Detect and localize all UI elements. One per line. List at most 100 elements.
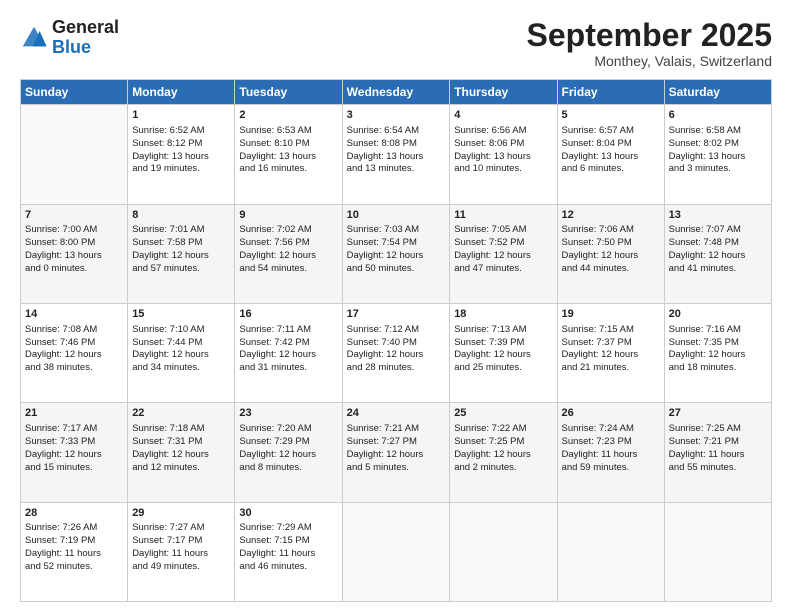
day-info: Sunset: 8:02 PM (669, 138, 767, 151)
day-number: 22 (132, 406, 230, 421)
day-info: Daylight: 12 hours (669, 349, 767, 362)
day-info: and 50 minutes. (347, 263, 446, 276)
day-info: Sunset: 7:48 PM (669, 237, 767, 250)
calendar-cell: 20Sunrise: 7:16 AMSunset: 7:35 PMDayligh… (664, 303, 771, 402)
day-number: 3 (347, 108, 446, 123)
column-header-saturday: Saturday (664, 80, 771, 105)
calendar-week-row: 21Sunrise: 7:17 AMSunset: 7:33 PMDayligh… (21, 403, 772, 502)
day-info: Daylight: 11 hours (669, 449, 767, 462)
day-info: Sunset: 7:25 PM (454, 436, 552, 449)
day-info: Sunset: 7:15 PM (239, 535, 337, 548)
day-number: 7 (25, 208, 123, 223)
day-info: Sunset: 7:33 PM (25, 436, 123, 449)
day-info: Sunset: 8:08 PM (347, 138, 446, 151)
calendar-cell: 17Sunrise: 7:12 AMSunset: 7:40 PMDayligh… (342, 303, 450, 402)
calendar-cell: 1Sunrise: 6:52 AMSunset: 8:12 PMDaylight… (128, 105, 235, 204)
day-info: Sunrise: 7:21 AM (347, 423, 446, 436)
day-number: 27 (669, 406, 767, 421)
day-number: 25 (454, 406, 552, 421)
day-info: Sunset: 7:52 PM (454, 237, 552, 250)
day-info: Sunrise: 7:12 AM (347, 324, 446, 337)
day-info: Sunset: 7:19 PM (25, 535, 123, 548)
day-info: and 49 minutes. (132, 561, 230, 574)
day-info: Sunrise: 7:05 AM (454, 224, 552, 237)
calendar-table: SundayMondayTuesdayWednesdayThursdayFrid… (20, 79, 772, 602)
day-number: 23 (239, 406, 337, 421)
day-info: Sunset: 8:04 PM (562, 138, 660, 151)
day-info: and 10 minutes. (454, 163, 552, 176)
day-info: Sunrise: 7:29 AM (239, 522, 337, 535)
calendar-cell (21, 105, 128, 204)
day-info: Daylight: 12 hours (132, 449, 230, 462)
calendar-cell: 27Sunrise: 7:25 AMSunset: 7:21 PMDayligh… (664, 403, 771, 502)
day-info: and 3 minutes. (669, 163, 767, 176)
day-info: and 19 minutes. (132, 163, 230, 176)
day-info: Daylight: 13 hours (132, 151, 230, 164)
calendar-cell: 24Sunrise: 7:21 AMSunset: 7:27 PMDayligh… (342, 403, 450, 502)
day-info: Sunrise: 7:15 AM (562, 324, 660, 337)
calendar-cell: 30Sunrise: 7:29 AMSunset: 7:15 PMDayligh… (235, 502, 342, 601)
calendar-cell: 29Sunrise: 7:27 AMSunset: 7:17 PMDayligh… (128, 502, 235, 601)
day-number: 9 (239, 208, 337, 223)
day-info: and 52 minutes. (25, 561, 123, 574)
header: General Blue September 2025 Monthey, Val… (20, 18, 772, 69)
day-number: 14 (25, 307, 123, 322)
day-info: Sunset: 7:27 PM (347, 436, 446, 449)
title-block: September 2025 Monthey, Valais, Switzerl… (527, 18, 772, 69)
day-info: Sunset: 7:23 PM (562, 436, 660, 449)
day-info: Sunrise: 7:20 AM (239, 423, 337, 436)
day-info: Daylight: 12 hours (669, 250, 767, 263)
day-info: and 15 minutes. (25, 462, 123, 475)
day-number: 24 (347, 406, 446, 421)
day-info: Daylight: 12 hours (239, 250, 337, 263)
day-info: Daylight: 12 hours (454, 349, 552, 362)
day-info: Sunset: 8:06 PM (454, 138, 552, 151)
day-number: 2 (239, 108, 337, 123)
day-info: Sunrise: 7:25 AM (669, 423, 767, 436)
column-header-tuesday: Tuesday (235, 80, 342, 105)
day-info: Daylight: 12 hours (562, 250, 660, 263)
day-info: Sunrise: 7:08 AM (25, 324, 123, 337)
day-info: Sunrise: 7:26 AM (25, 522, 123, 535)
day-info: Daylight: 13 hours (347, 151, 446, 164)
day-info: Sunset: 8:00 PM (25, 237, 123, 250)
day-info: Sunrise: 6:54 AM (347, 125, 446, 138)
day-info: and 8 minutes. (239, 462, 337, 475)
day-info: Sunrise: 7:13 AM (454, 324, 552, 337)
day-number: 5 (562, 108, 660, 123)
day-info: Daylight: 11 hours (562, 449, 660, 462)
day-info: Daylight: 11 hours (25, 548, 123, 561)
day-info: Daylight: 12 hours (562, 349, 660, 362)
day-info: and 21 minutes. (562, 362, 660, 375)
day-info: and 0 minutes. (25, 263, 123, 276)
column-header-thursday: Thursday (450, 80, 557, 105)
day-info: Daylight: 12 hours (239, 349, 337, 362)
logo-icon (20, 24, 48, 52)
logo-text: General Blue (52, 18, 119, 58)
day-info: Sunrise: 7:22 AM (454, 423, 552, 436)
day-info: Sunset: 7:44 PM (132, 337, 230, 350)
calendar-cell (450, 502, 557, 601)
calendar-cell: 4Sunrise: 6:56 AMSunset: 8:06 PMDaylight… (450, 105, 557, 204)
column-header-monday: Monday (128, 80, 235, 105)
page: General Blue September 2025 Monthey, Val… (0, 0, 792, 612)
calendar-cell: 10Sunrise: 7:03 AMSunset: 7:54 PMDayligh… (342, 204, 450, 303)
day-info: Daylight: 13 hours (25, 250, 123, 263)
day-number: 15 (132, 307, 230, 322)
logo-blue: Blue (52, 37, 91, 57)
calendar-cell: 2Sunrise: 6:53 AMSunset: 8:10 PMDaylight… (235, 105, 342, 204)
day-info: and 38 minutes. (25, 362, 123, 375)
day-info: Sunset: 7:50 PM (562, 237, 660, 250)
calendar-cell: 5Sunrise: 6:57 AMSunset: 8:04 PMDaylight… (557, 105, 664, 204)
day-info: Sunset: 7:58 PM (132, 237, 230, 250)
day-info: Sunrise: 7:03 AM (347, 224, 446, 237)
day-info: Daylight: 12 hours (239, 449, 337, 462)
day-number: 12 (562, 208, 660, 223)
day-info: Sunrise: 7:00 AM (25, 224, 123, 237)
day-number: 21 (25, 406, 123, 421)
day-info: Daylight: 11 hours (239, 548, 337, 561)
calendar-cell: 18Sunrise: 7:13 AMSunset: 7:39 PMDayligh… (450, 303, 557, 402)
calendar-cell: 16Sunrise: 7:11 AMSunset: 7:42 PMDayligh… (235, 303, 342, 402)
day-info: Sunrise: 7:11 AM (239, 324, 337, 337)
calendar-cell: 28Sunrise: 7:26 AMSunset: 7:19 PMDayligh… (21, 502, 128, 601)
